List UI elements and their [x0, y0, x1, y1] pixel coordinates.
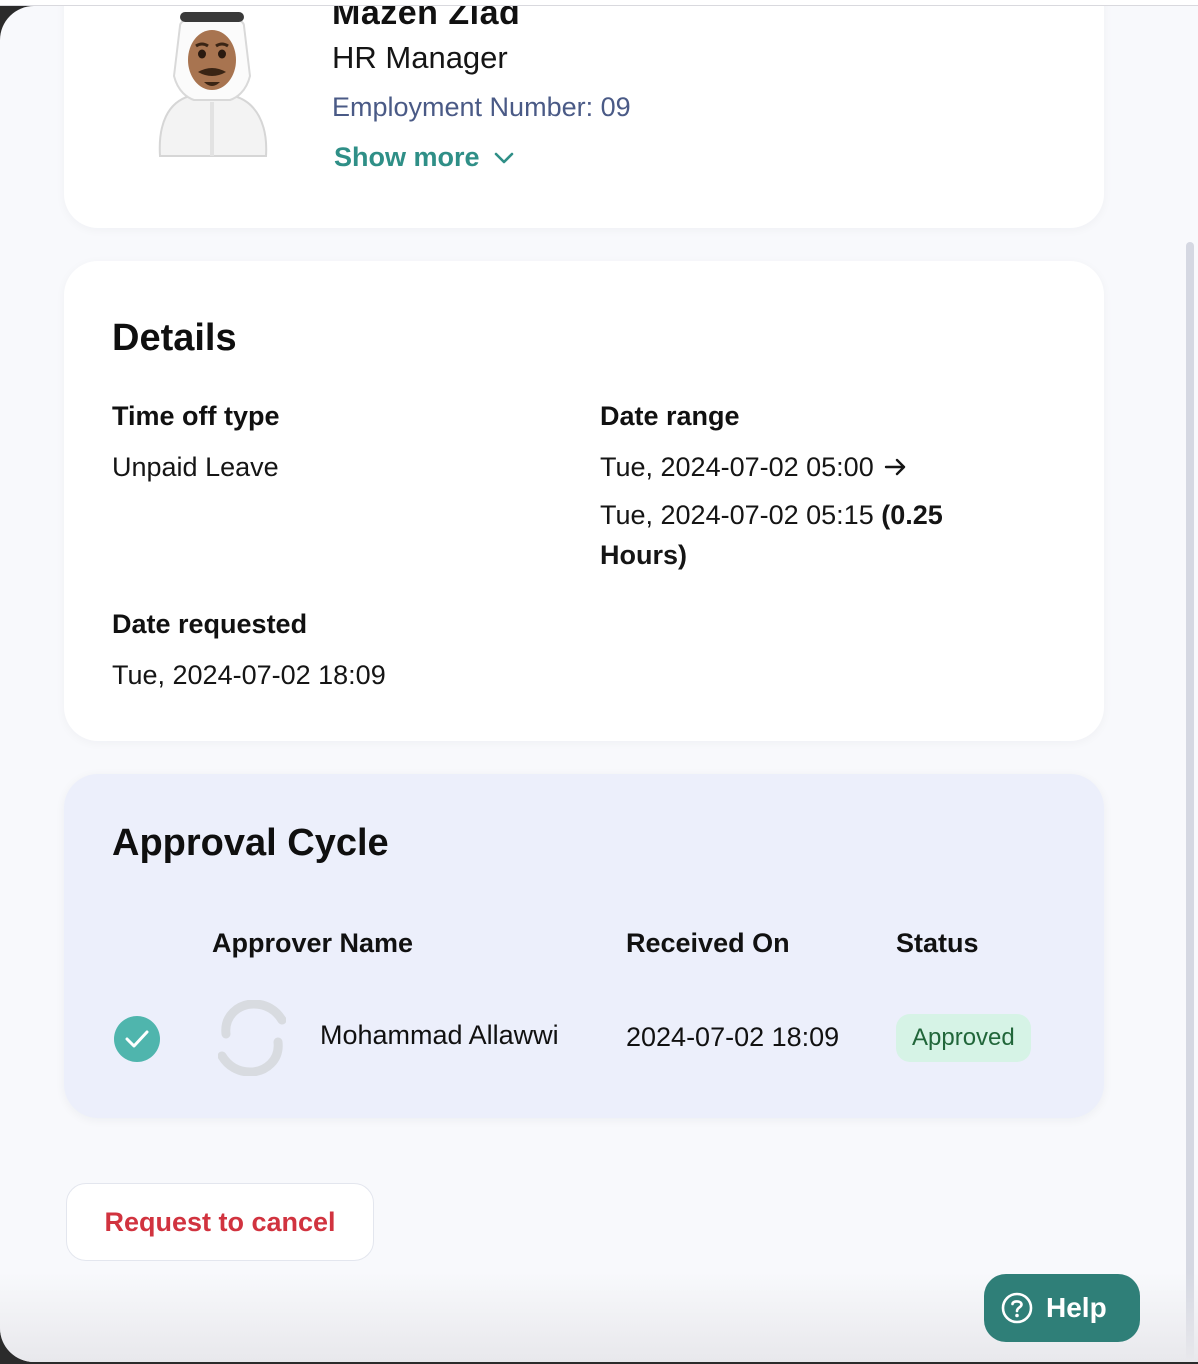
- man-with-ghutra-avatar-icon: [158, 12, 268, 157]
- date-requested-label: Date requested: [112, 609, 308, 639]
- help-button[interactable]: Help: [984, 1274, 1140, 1342]
- details-card: Details Time off type Unpaid Leave Date …: [64, 261, 1104, 741]
- show-more-label: Show more: [334, 142, 480, 172]
- date-requested-value: Tue, 2024-07-02 18:09: [112, 660, 386, 690]
- question-circle-icon: [1001, 1292, 1033, 1324]
- request-details-panel: Mazen Ziad HR Manager Employment Number:…: [0, 6, 1198, 1362]
- chevron-down-icon: [494, 152, 513, 163]
- column-header-approver-name: Approver Name: [212, 928, 414, 958]
- date-range-start-row: Tue, 2024-07-02 05:00: [600, 447, 908, 487]
- date-range-label: Date range: [600, 401, 740, 431]
- request-to-cancel-button[interactable]: Request to cancel: [66, 1183, 374, 1261]
- approval-cycle-card: Approval Cycle Approver Name Received On…: [64, 774, 1104, 1118]
- employee-role: HR Manager: [332, 40, 508, 75]
- approval-cycle-title: Approval Cycle: [112, 822, 389, 864]
- help-label: Help: [1046, 1292, 1107, 1323]
- scrollbar-track[interactable]: [1182, 6, 1198, 1362]
- check-circle-icon: [114, 1016, 160, 1062]
- approver-name: Mohammad Allawwi: [320, 1020, 559, 1050]
- scrollbar-thumb[interactable]: [1186, 242, 1194, 1362]
- employee-name: Mazen Ziad: [332, 6, 521, 32]
- date-range-duration-unit: Hours): [600, 540, 687, 570]
- employee-profile-card: Mazen Ziad HR Manager Employment Number:…: [64, 6, 1104, 228]
- employment-number: Employment Number: 09: [332, 92, 631, 122]
- show-more-button[interactable]: Show more: [334, 142, 514, 173]
- status-badge: Approved: [896, 1014, 1031, 1062]
- column-header-status: Status: [896, 928, 979, 958]
- date-range-end: Tue, 2024-07-02 05:15: [600, 500, 874, 530]
- received-on-value: 2024-07-02 18:09: [626, 1022, 840, 1052]
- details-title: Details: [112, 317, 237, 359]
- column-header-received-on: Received On: [626, 928, 790, 958]
- loading-spinner-icon: [218, 1000, 286, 1076]
- time-off-type-value: Unpaid Leave: [112, 452, 279, 482]
- arrow-right-icon: [884, 458, 905, 476]
- date-range-start: Tue, 2024-07-02 05:00: [600, 452, 874, 482]
- date-range-end-row: Tue, 2024-07-02 05:15 (0.25: [600, 495, 1020, 535]
- date-range-duration: (0.25: [881, 500, 943, 530]
- time-off-type-label: Time off type: [112, 401, 280, 431]
